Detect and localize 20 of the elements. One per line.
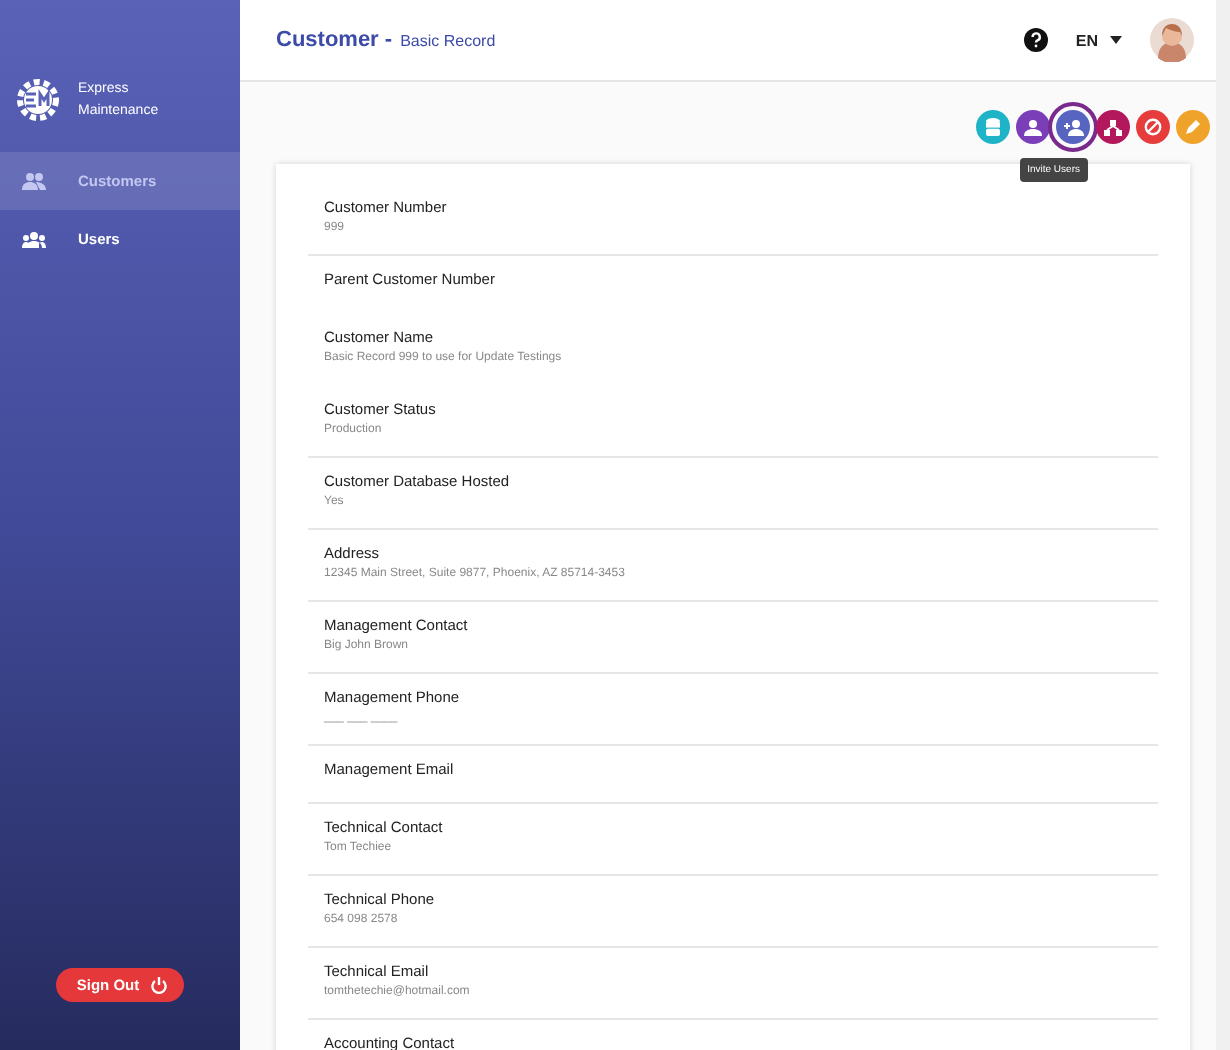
group-icon xyxy=(22,231,46,247)
database-icon xyxy=(986,118,1000,136)
language-selector[interactable]: EN xyxy=(1075,31,1122,49)
page-subtitle: Basic Record xyxy=(400,31,496,49)
people-icon xyxy=(22,172,46,190)
help-icon[interactable] xyxy=(1023,28,1048,52)
hierarchy-icon xyxy=(1104,119,1122,135)
action-button[interactable] xyxy=(1096,110,1130,144)
action-button[interactable] xyxy=(1016,110,1050,144)
block-icon xyxy=(1144,118,1162,136)
person-icon xyxy=(1024,119,1042,135)
avatar[interactable] xyxy=(1150,18,1194,62)
pencil-icon xyxy=(1184,118,1202,136)
caret-icon xyxy=(1110,36,1122,44)
add-user-icon xyxy=(1063,119,1083,135)
power-icon xyxy=(149,976,168,994)
gear-logo-icon xyxy=(14,76,62,124)
page-title: Customer - xyxy=(276,28,393,52)
action-button[interactable] xyxy=(1136,110,1170,144)
action-button[interactable] xyxy=(1056,110,1090,144)
